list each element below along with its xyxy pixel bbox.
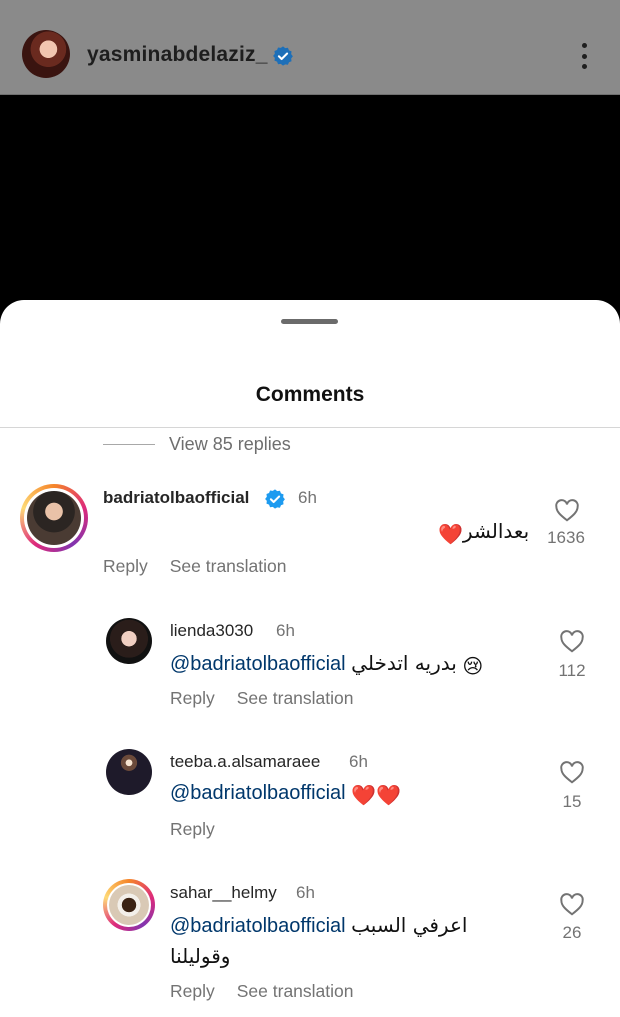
like-heart-icon[interactable]	[559, 892, 585, 916]
header-avatar[interactable]	[22, 30, 70, 78]
view-replies-link[interactable]: View 85 replies	[103, 433, 291, 455]
replies-line	[103, 443, 155, 445]
mention-link[interactable]: @badriatolbaofficial	[170, 653, 346, 675]
comment-text: @badriatolbaofficial ❤️❤️	[170, 782, 401, 808]
comment-item: sahar__helmy 6h @badriatolbaofficial اعر…	[0, 878, 620, 1017]
comment-time: 6h	[296, 883, 315, 902]
avatar[interactable]	[106, 618, 152, 664]
like-count: 26	[562, 923, 582, 942]
comment-text: ❤️بعدالشر	[438, 519, 529, 547]
see-translation-button[interactable]: See translation	[237, 981, 354, 1001]
like-count: 112	[558, 661, 586, 680]
verified-badge-icon	[265, 489, 285, 509]
story-ring[interactable]	[103, 879, 155, 931]
comment-actions: Reply See translation	[170, 688, 376, 709]
like-heart-icon[interactable]	[559, 629, 585, 653]
verified-badge-icon	[273, 46, 293, 66]
comment-arabic-text-line2: وقوليلنا	[170, 944, 231, 968]
reply-button[interactable]: Reply	[103, 556, 148, 576]
avatar	[109, 885, 149, 925]
comment-item: badriatolbaofficial 6h ❤️بعدالشر Reply Se…	[0, 483, 620, 593]
header-username[interactable]: yasminabdelaziz_	[87, 43, 268, 67]
comment-username[interactable]: badriatolbaofficial	[103, 488, 249, 508]
comment-text: @badriatolbaofficial اعرفي السبب	[170, 913, 467, 938]
heart-emoji: ❤️	[438, 524, 463, 546]
comment-actions: Reply See translation	[103, 556, 309, 577]
see-translation-button[interactable]: See translation	[237, 688, 354, 708]
sheet-title: Comments	[255, 383, 365, 406]
comment-actions: Reply See translation	[170, 981, 376, 1002]
comment-username[interactable]: lienda3030	[170, 621, 253, 641]
story-ring[interactable]	[20, 484, 88, 552]
comment-arabic-text: بدريه اتدخلي	[351, 651, 457, 675]
reply-button[interactable]: Reply	[170, 819, 215, 839]
comments-sheet: Comments View 85 replies badriatolbaoffi…	[0, 300, 620, 1017]
reply-button[interactable]: Reply	[170, 981, 215, 1001]
divider	[0, 427, 620, 428]
crying-emoji: 😢	[462, 656, 484, 678]
like-heart-icon[interactable]	[554, 498, 580, 522]
sheet-drag-handle[interactable]	[281, 319, 338, 324]
comment-actions: Reply	[170, 819, 237, 840]
comment-text: @badriatolbaofficial بدريه اتدخلي 😢	[170, 651, 483, 679]
comment-time: 6h	[298, 488, 317, 507]
mention-link[interactable]: @badriatolbaofficial	[170, 915, 346, 937]
avatar[interactable]	[106, 749, 152, 795]
mention-link[interactable]: @badriatolbaofficial	[170, 782, 346, 804]
avatar	[27, 491, 81, 545]
comment-arabic-text: اعرفي السبب	[351, 913, 468, 937]
more-options-icon[interactable]	[576, 40, 592, 72]
like-count: 15	[562, 792, 582, 811]
comment-time: 6h	[349, 752, 368, 771]
comment-arabic-text: بعدالشر	[462, 519, 530, 543]
like-heart-icon[interactable]	[559, 760, 585, 784]
comment-item: lienda3030 6h @badriatolbaofficial بدريه…	[0, 615, 620, 725]
see-translation-button[interactable]: See translation	[170, 556, 287, 576]
post-header: yasminabdelaziz_	[0, 0, 620, 95]
comment-username[interactable]: sahar__helmy	[170, 883, 277, 903]
comment-item: teeba.a.alsamaraee 6h @badriatolbaoffici…	[0, 746, 620, 856]
hearts-emoji: ❤️❤️	[351, 785, 401, 807]
comment-time: 6h	[276, 621, 295, 640]
reply-button[interactable]: Reply	[170, 688, 215, 708]
like-count: 1636	[547, 528, 585, 547]
comment-username[interactable]: teeba.a.alsamaraee	[170, 752, 320, 772]
view-replies-label: View 85 replies	[169, 433, 291, 454]
